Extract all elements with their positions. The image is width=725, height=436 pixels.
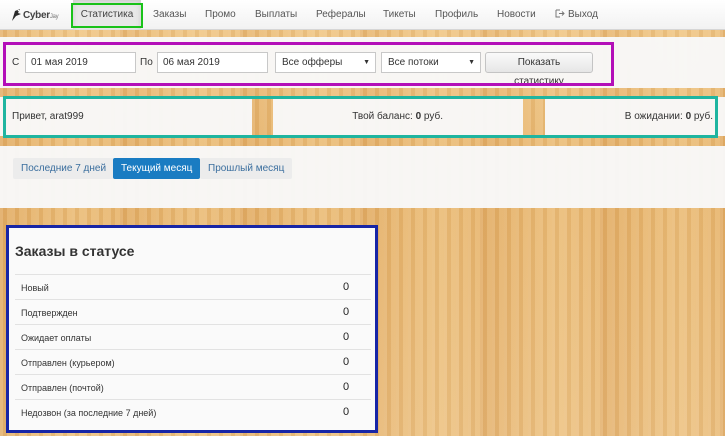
orders-title: Заказы в статусе bbox=[15, 243, 135, 259]
nav-payouts[interactable]: Выплаты bbox=[255, 0, 297, 30]
caret-down-icon: ▼ bbox=[468, 59, 475, 66]
status-count: 0 bbox=[343, 356, 350, 368]
tab-last-month[interactable]: Прошлый месяц bbox=[200, 158, 293, 179]
status-name: Отправлен (почтой) bbox=[21, 383, 104, 393]
status-count: 0 bbox=[343, 331, 350, 343]
logo-text: CyberJay bbox=[23, 9, 59, 21]
nav-promo[interactable]: Промо bbox=[205, 0, 236, 30]
bird-logo-icon bbox=[12, 9, 21, 21]
nav-statistics[interactable]: Статистика bbox=[73, 0, 141, 30]
date-to-input[interactable]: 06 мая 2019 bbox=[157, 52, 268, 73]
status-name: Новый bbox=[21, 283, 49, 293]
nav-news[interactable]: Новости bbox=[497, 0, 536, 30]
caret-down-icon: ▼ bbox=[363, 59, 370, 66]
status-name: Подтвержден bbox=[21, 308, 78, 318]
balance-unit: руб. bbox=[423, 111, 443, 122]
logout-label: Выход bbox=[568, 9, 598, 20]
nav-referrals[interactable]: Рефералы bbox=[316, 0, 366, 30]
status-count: 0 bbox=[343, 306, 350, 318]
status-name: Ожидает оплаты bbox=[21, 333, 92, 343]
pending-unit: руб. bbox=[693, 111, 713, 122]
offers-select[interactable]: Все офферы ▼ bbox=[275, 52, 376, 73]
pending-label: В ожидании: bbox=[624, 111, 683, 122]
balance-value: 0 bbox=[415, 111, 422, 122]
to-label: По bbox=[140, 57, 153, 68]
nav-tickets[interactable]: Тикеты bbox=[383, 0, 416, 30]
balance-label: Твой баланс: bbox=[352, 111, 413, 122]
nav-orders[interactable]: Заказы bbox=[153, 0, 186, 30]
greeting-cell: Привет, arat999 bbox=[0, 97, 252, 136]
status-name: Недозвон (за последние 7 дней) bbox=[21, 408, 157, 418]
logo[interactable]: CyberJay bbox=[9, 5, 61, 25]
streams-select[interactable]: Все потоки ▼ bbox=[381, 52, 481, 73]
status-name: Отправлен (курьером) bbox=[21, 358, 115, 368]
pending-value: 0 bbox=[685, 111, 692, 122]
nav-profile[interactable]: Профиль bbox=[435, 0, 478, 30]
tab-last-7-days[interactable]: Последние 7 дней bbox=[13, 158, 115, 179]
logout-icon bbox=[555, 9, 565, 18]
from-label: С bbox=[12, 57, 20, 68]
tab-current-month[interactable]: Текущий месяц bbox=[113, 158, 201, 179]
table-row: Новый 0 bbox=[15, 274, 371, 299]
balance-cell: Твой баланс: 0 руб. bbox=[273, 97, 523, 136]
date-from-input[interactable]: 01 мая 2019 bbox=[25, 52, 136, 73]
status-count: 0 bbox=[343, 381, 350, 393]
table-row: Отправлен (почтой) 0 bbox=[15, 374, 371, 399]
status-count: 0 bbox=[343, 406, 350, 418]
top-navbar: CyberJay Статистика Заказы Промо Выплаты… bbox=[0, 0, 725, 30]
orders-status-card: Заказы в статусе Новый 0 Подтвержден 0 О… bbox=[6, 225, 378, 433]
offers-select-value: Все офферы bbox=[282, 57, 343, 68]
streams-select-value: Все потоки bbox=[388, 57, 439, 68]
show-statistics-button[interactable]: Показать статистику bbox=[485, 52, 593, 87]
pending-cell: В ожидании: 0 руб. bbox=[545, 97, 725, 136]
table-row: Ожидает оплаты 0 bbox=[15, 324, 371, 349]
table-row: Недозвон (за последние 7 дней) 0 bbox=[15, 399, 371, 424]
greeting-text: Привет, arat999 bbox=[12, 111, 84, 122]
status-count: 0 bbox=[343, 281, 350, 293]
table-row: Отправлен (курьером) 0 bbox=[15, 349, 371, 374]
table-row: Подтвержден 0 bbox=[15, 299, 371, 324]
nav-logout[interactable]: Выход bbox=[555, 0, 598, 30]
